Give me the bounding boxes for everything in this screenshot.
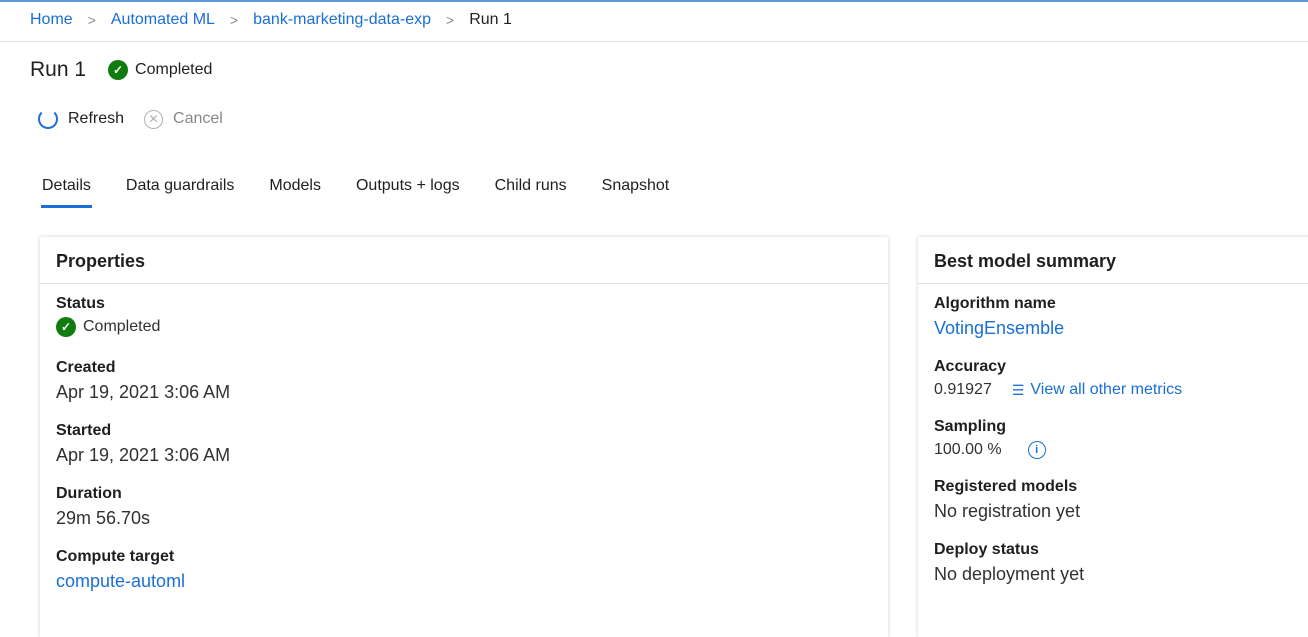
duration-value: 29m 56.70s	[56, 508, 151, 528]
cancel-icon: ✕	[144, 109, 164, 129]
breadcrumb-automated-ml[interactable]: Automated ML	[111, 11, 215, 29]
refresh-label: Refresh	[68, 110, 125, 127]
toolbar: Refresh ✕ Cancel	[38, 109, 243, 129]
deploy-status-label: Deploy status	[934, 541, 1039, 558]
properties-panel: Properties Status ✓ Completed Created Apr …	[40, 237, 888, 637]
started-label: Started	[56, 422, 112, 439]
chevron-right-icon: >	[446, 12, 455, 28]
check-circle-icon: ✓	[56, 317, 76, 337]
duration-label: Duration	[56, 485, 122, 502]
tab-data-guardrails[interactable]: Data guardrails	[126, 177, 235, 207]
cancel-label: Cancel	[173, 110, 223, 127]
registered-models-value: No registration yet	[934, 501, 1081, 521]
accuracy-label: Accuracy	[934, 358, 1007, 375]
status-value: Completed	[83, 318, 161, 335]
info-icon[interactable]: i	[1027, 441, 1046, 459]
breadcrumb: Home > Automated ML > bank-marketing-data-…	[30, 11, 512, 29]
created-label: Created	[56, 359, 116, 376]
status-label: Status	[56, 295, 105, 312]
view-all-metrics-link[interactable]: View all other metrics	[1030, 377, 1182, 403]
top-accent-line	[0, 0, 1308, 2]
algorithm-link[interactable]: VotingEnsemble	[934, 314, 1302, 343]
tab-bar: Details Data guardrails Models Outputs +…	[41, 177, 704, 208]
created-value: Apr 19, 2021 3:06 AM	[56, 382, 231, 402]
refresh-button[interactable]: Refresh	[38, 109, 124, 129]
chevron-right-icon: >	[229, 12, 239, 28]
started-value: Apr 19, 2021 3:06 AM	[56, 445, 231, 465]
summary-title: Best model summary	[918, 237, 1308, 284]
deploy-status-value: No deployment yet	[934, 564, 1085, 584]
sampling-value: 100.00 %	[934, 441, 1002, 458]
page-header: Run 1 ✓ Completed	[30, 58, 212, 82]
breadcrumb-current: Run 1	[469, 11, 512, 28]
best-model-summary-panel: Best model summary Algorithm name VotingE…	[918, 237, 1308, 637]
tab-details[interactable]: Details	[41, 177, 92, 208]
tab-child-runs[interactable]: Child runs	[495, 177, 567, 207]
registered-models-label: Registered models	[934, 478, 1078, 495]
cancel-button[interactable]: ✕ Cancel	[144, 109, 223, 129]
check-circle-icon: ✓	[108, 60, 129, 80]
breadcrumb-home[interactable]: Home	[30, 11, 73, 29]
breadcrumb-experiment[interactable]: bank-marketing-data-exp	[253, 11, 431, 29]
compute-target-label: Compute target	[56, 548, 175, 565]
algorithm-label: Algorithm name	[934, 295, 1056, 312]
refresh-icon	[38, 109, 58, 129]
page-title: Run 1	[30, 58, 87, 81]
properties-title: Properties	[40, 237, 888, 284]
accuracy-value: 0.91927	[934, 381, 992, 398]
tab-models[interactable]: Models	[269, 177, 321, 207]
status-badge: Completed	[135, 61, 213, 78]
divider	[0, 41, 1308, 42]
sampling-label: Sampling	[934, 418, 1007, 435]
tab-outputs-logs[interactable]: Outputs + logs	[356, 177, 460, 207]
compute-target-link[interactable]: compute-automl	[56, 567, 872, 596]
list-icon: ☰	[1011, 382, 1025, 398]
tab-snapshot[interactable]: Snapshot	[602, 177, 670, 207]
chevron-right-icon: >	[87, 12, 96, 28]
